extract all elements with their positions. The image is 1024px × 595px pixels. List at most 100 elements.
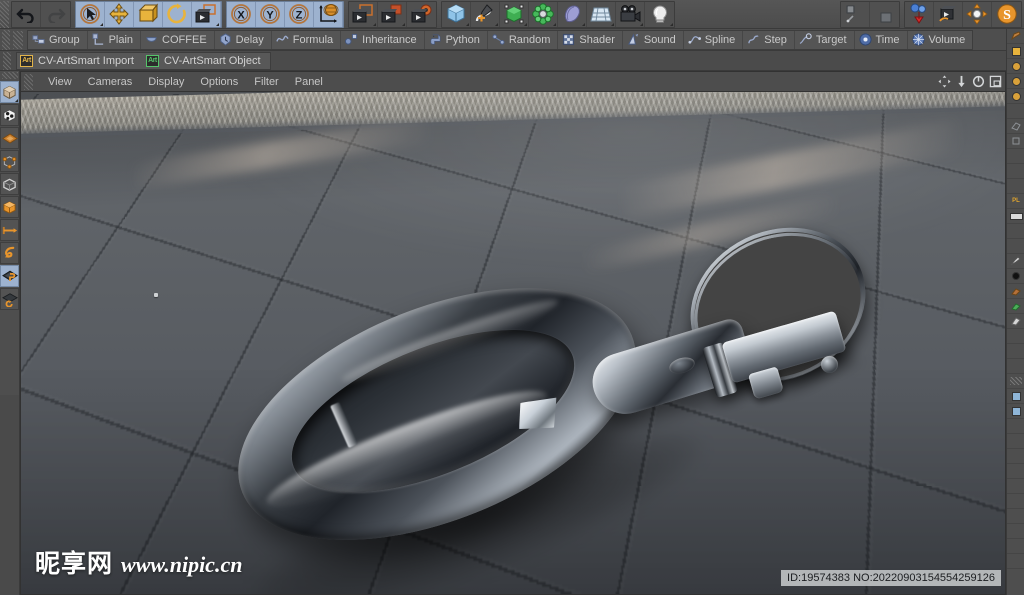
motion-tracker-icon[interactable] bbox=[934, 1, 963, 27]
render-view-icon[interactable] bbox=[192, 1, 221, 27]
right-panel-row[interactable] bbox=[1007, 314, 1024, 329]
blue-swatch[interactable] bbox=[1011, 391, 1021, 401]
right-panel-row[interactable] bbox=[1007, 374, 1024, 389]
cube-primitive-icon[interactable] bbox=[442, 1, 471, 27]
right-panel-row[interactable]: PL bbox=[1007, 194, 1024, 209]
snap-icon[interactable] bbox=[870, 2, 899, 27]
move-tool-icon[interactable] bbox=[105, 1, 134, 27]
enable-axis-icon[interactable] bbox=[0, 219, 19, 241]
light-icon[interactable] bbox=[645, 2, 674, 27]
right-panel-row[interactable] bbox=[1007, 344, 1024, 359]
right-panel-row[interactable] bbox=[1007, 164, 1024, 179]
edges-mode-icon[interactable] bbox=[0, 173, 19, 195]
spline-pen-icon[interactable] bbox=[471, 1, 500, 27]
right-panel-row[interactable] bbox=[1007, 44, 1024, 59]
right-panel-row[interactable] bbox=[1007, 59, 1024, 74]
right-panel-row[interactable] bbox=[1007, 299, 1024, 314]
right-panel-row[interactable] bbox=[1007, 269, 1024, 284]
effector-python[interactable]: Python bbox=[425, 30, 488, 49]
effector-coffee[interactable]: COFFEE bbox=[141, 30, 215, 49]
maximize-view-icon[interactable] bbox=[988, 73, 1002, 89]
blue-swatch[interactable] bbox=[1011, 406, 1021, 416]
z-axis-icon[interactable]: Z bbox=[285, 1, 314, 27]
right-panel-row[interactable] bbox=[1007, 89, 1024, 104]
select-tool-icon[interactable] bbox=[76, 1, 105, 27]
right-panel-row[interactable] bbox=[1007, 119, 1024, 134]
color-swatch[interactable] bbox=[1011, 46, 1021, 56]
right-panel-row[interactable] bbox=[1007, 29, 1024, 44]
effector-random[interactable]: Random bbox=[488, 30, 559, 49]
right-panel-row[interactable] bbox=[1007, 479, 1024, 494]
right-panel-row[interactable] bbox=[1007, 224, 1024, 239]
right-panel-row[interactable] bbox=[1007, 134, 1024, 149]
right-panel-row[interactable] bbox=[1007, 494, 1024, 509]
right-panel-row[interactable] bbox=[1007, 464, 1024, 479]
effector-sound[interactable]: Sound bbox=[623, 30, 684, 49]
right-panel-row[interactable] bbox=[1007, 149, 1024, 164]
right-panel-row[interactable] bbox=[1007, 509, 1024, 524]
scale-tool-icon[interactable] bbox=[134, 1, 163, 27]
effector-drag-grip[interactable] bbox=[2, 29, 10, 50]
texture-mode-icon[interactable] bbox=[0, 104, 19, 126]
viewport-menu-filter[interactable]: Filter bbox=[246, 73, 286, 91]
workplane-icon[interactable] bbox=[0, 288, 19, 310]
right-panel-row[interactable] bbox=[1007, 419, 1024, 434]
toolbar-drag-grip[interactable] bbox=[0, 0, 9, 28]
carabiner-keychain-model[interactable] bbox=[202, 211, 873, 594]
x-axis-icon[interactable]: X bbox=[227, 1, 256, 27]
tab-cv-artsmart-import[interactable]: Art CV-ArtSmart Import bbox=[17, 53, 143, 69]
polygon-mode-icon[interactable] bbox=[0, 127, 19, 149]
right-panel-row[interactable] bbox=[1007, 74, 1024, 89]
material-dot-icon[interactable] bbox=[1011, 76, 1021, 86]
right-panel-row[interactable] bbox=[1007, 539, 1024, 554]
effector-time[interactable]: Time bbox=[855, 30, 908, 49]
viewport-menu-view[interactable]: View bbox=[40, 73, 80, 91]
layout-grid-icon[interactable] bbox=[841, 1, 870, 27]
undo-icon[interactable] bbox=[12, 1, 41, 27]
points-mode-icon[interactable] bbox=[0, 150, 19, 172]
effector-group[interactable]: Group bbox=[28, 30, 88, 49]
right-panel-row[interactable] bbox=[1007, 404, 1024, 419]
right-attributes-panel[interactable]: PL bbox=[1006, 29, 1024, 595]
viewport-render-canvas[interactable]: 昵享网 www.nipic.cn ID:19574383 NO:20220903… bbox=[21, 92, 1005, 594]
align-icon[interactable] bbox=[963, 1, 992, 27]
effector-target[interactable]: Target bbox=[795, 30, 855, 49]
floor-environment-icon[interactable] bbox=[587, 1, 616, 27]
render-settings-icon[interactable] bbox=[407, 2, 436, 27]
right-panel-row[interactable] bbox=[1007, 359, 1024, 374]
model-mode-icon[interactable] bbox=[0, 81, 19, 103]
render-picture-viewer-icon[interactable] bbox=[378, 1, 407, 27]
dynamics-icon[interactable] bbox=[905, 1, 934, 27]
plugin-tabs-drag-grip[interactable] bbox=[3, 51, 11, 70]
dolly-view-icon[interactable] bbox=[954, 73, 968, 89]
generator-icon[interactable] bbox=[500, 1, 529, 27]
right-panel-row[interactable] bbox=[1007, 524, 1024, 539]
right-panel-row[interactable] bbox=[1007, 284, 1024, 299]
right-panel-row[interactable] bbox=[1007, 449, 1024, 464]
value-field[interactable] bbox=[1009, 212, 1023, 220]
render-region-icon[interactable] bbox=[349, 1, 378, 27]
effector-volume[interactable]: Volume bbox=[908, 31, 973, 49]
object-axis-mode-icon[interactable] bbox=[0, 196, 19, 218]
right-panel-row[interactable] bbox=[1007, 209, 1024, 224]
pan-view-icon[interactable] bbox=[937, 73, 951, 89]
right-panel-row[interactable] bbox=[1007, 389, 1024, 404]
black-dot-icon[interactable] bbox=[1012, 272, 1020, 280]
effector-shader[interactable]: Shader bbox=[558, 30, 623, 49]
snap-enable-icon[interactable] bbox=[0, 265, 19, 287]
right-panel-row[interactable] bbox=[1007, 254, 1024, 269]
material-dot-icon[interactable] bbox=[1011, 91, 1021, 101]
camera-icon[interactable] bbox=[616, 1, 645, 27]
world-axis-icon[interactable] bbox=[314, 1, 343, 27]
y-axis-icon[interactable]: Y bbox=[256, 1, 285, 27]
viewport-solo-icon[interactable] bbox=[0, 242, 19, 264]
rotate-view-icon[interactable] bbox=[971, 73, 985, 89]
effector-plain[interactable]: Plain bbox=[88, 30, 142, 49]
right-panel-row[interactable] bbox=[1007, 434, 1024, 449]
right-panel-row[interactable] bbox=[1007, 329, 1024, 344]
right-panel-row[interactable] bbox=[1007, 239, 1024, 254]
viewport-menu-cameras[interactable]: Cameras bbox=[80, 73, 141, 91]
viewport-menu-display[interactable]: Display bbox=[140, 73, 192, 91]
material-dot-icon[interactable] bbox=[1011, 61, 1021, 71]
right-panel-row[interactable] bbox=[1007, 179, 1024, 194]
